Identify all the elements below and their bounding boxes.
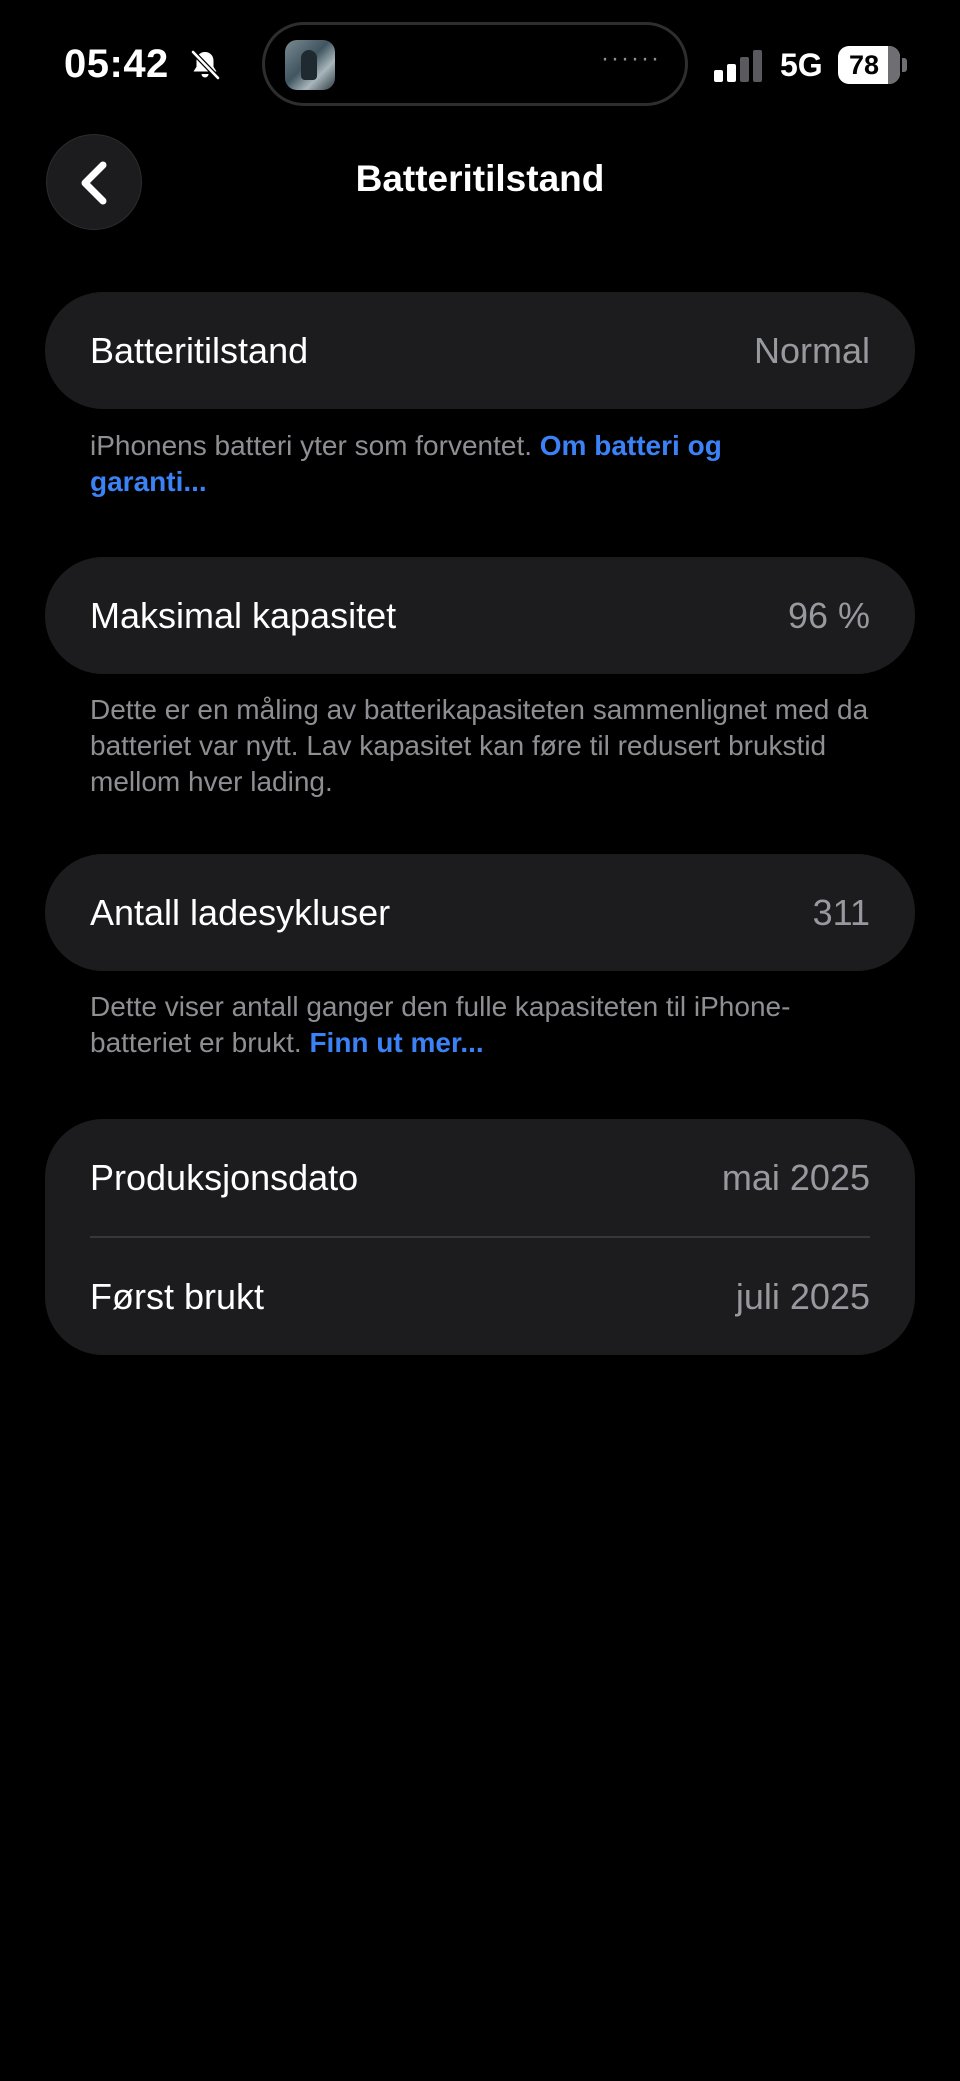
first-use-value: juli 2025: [735, 1276, 870, 1317]
battery-health-footnote: iPhonens batteri yter som forventet. Om …: [90, 428, 790, 500]
production-date-row: Produksjonsdato mai 2025: [45, 1119, 915, 1236]
bell-slash-icon: [191, 50, 220, 80]
battery-health-card: Batteritilstand Normal: [45, 292, 915, 409]
battery-health-footnote-text: iPhonens batteri yter som forventet.: [90, 430, 540, 461]
charge-cycles-value: 311: [812, 892, 870, 933]
max-capacity-card: Maksimal kapasitet 96 %: [45, 557, 915, 674]
battery-health-row: Batteritilstand Normal: [45, 292, 915, 409]
media-thumbnail: [285, 40, 335, 90]
dynamic-island[interactable]: ······: [262, 22, 688, 106]
battery-dates-card: Produksjonsdato mai 2025 Først brukt jul…: [45, 1119, 915, 1355]
production-date-label: Produksjonsdato: [90, 1157, 359, 1198]
status-bar: 05:42 ······ 5G 78: [0, 0, 960, 130]
waveform-icon: ······: [601, 45, 661, 72]
charge-cycles-label: Antall ladesykluser: [90, 892, 391, 933]
status-time: 05:42: [64, 42, 169, 86]
first-use-row: Først brukt juli 2025: [45, 1238, 915, 1355]
battery-health-label: Batteritilstand: [90, 330, 309, 371]
charge-cycles-footnote: Dette viser antall ganger den fulle kapa…: [90, 989, 870, 1061]
battery-health-value: Normal: [753, 330, 870, 371]
max-capacity-footnote-text: Dette er en måling av batterikapasiteten…: [90, 694, 869, 797]
max-capacity-value: 96 %: [787, 595, 870, 636]
max-capacity-row: Maksimal kapasitet 96 %: [45, 557, 915, 674]
max-capacity-footnote: Dette er en måling av batterikapasiteten…: [90, 692, 890, 800]
first-use-label: Først brukt: [90, 1276, 265, 1317]
network-type: 5G: [780, 47, 823, 83]
charge-cycles-card: Antall ladesykluser 311: [45, 854, 915, 971]
production-date-value: mai 2025: [721, 1157, 870, 1198]
max-capacity-label: Maksimal kapasitet: [90, 595, 397, 636]
page-title: Batteritilstand: [355, 158, 605, 199]
learn-more-link[interactable]: Finn ut mer...: [309, 1027, 483, 1058]
battery-level: 78: [848, 50, 880, 80]
battery-icon: 78: [838, 46, 908, 84]
signal-bars-icon: [714, 50, 762, 82]
charge-cycles-row: Antall ladesykluser 311: [45, 854, 915, 971]
